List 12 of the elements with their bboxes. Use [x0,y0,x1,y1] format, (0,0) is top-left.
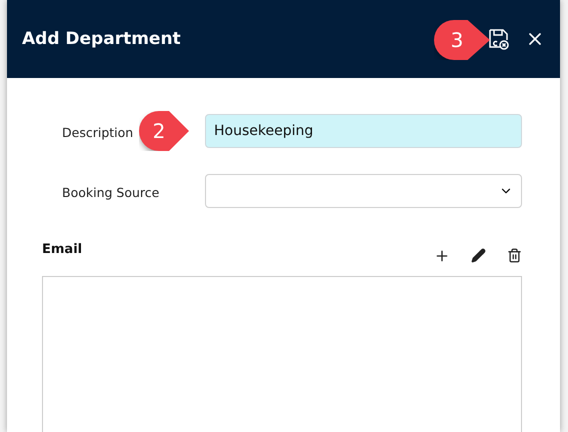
step-callout: 2 [139,111,189,151]
dialog-title: Add Department [22,29,181,49]
step-callout: 3 [434,20,490,60]
field-label: Booking Source [62,184,160,200]
add-button[interactable] [434,248,450,264]
section-title: Email [42,242,84,257]
edit-button[interactable] [471,248,486,263]
field-label: Description [62,124,134,140]
delete-button[interactable] [507,248,522,263]
floppy-disk-icon [487,27,511,51]
save-cancel-button[interactable] [487,27,511,51]
description-field[interactable]: Housekeeping [205,114,522,148]
